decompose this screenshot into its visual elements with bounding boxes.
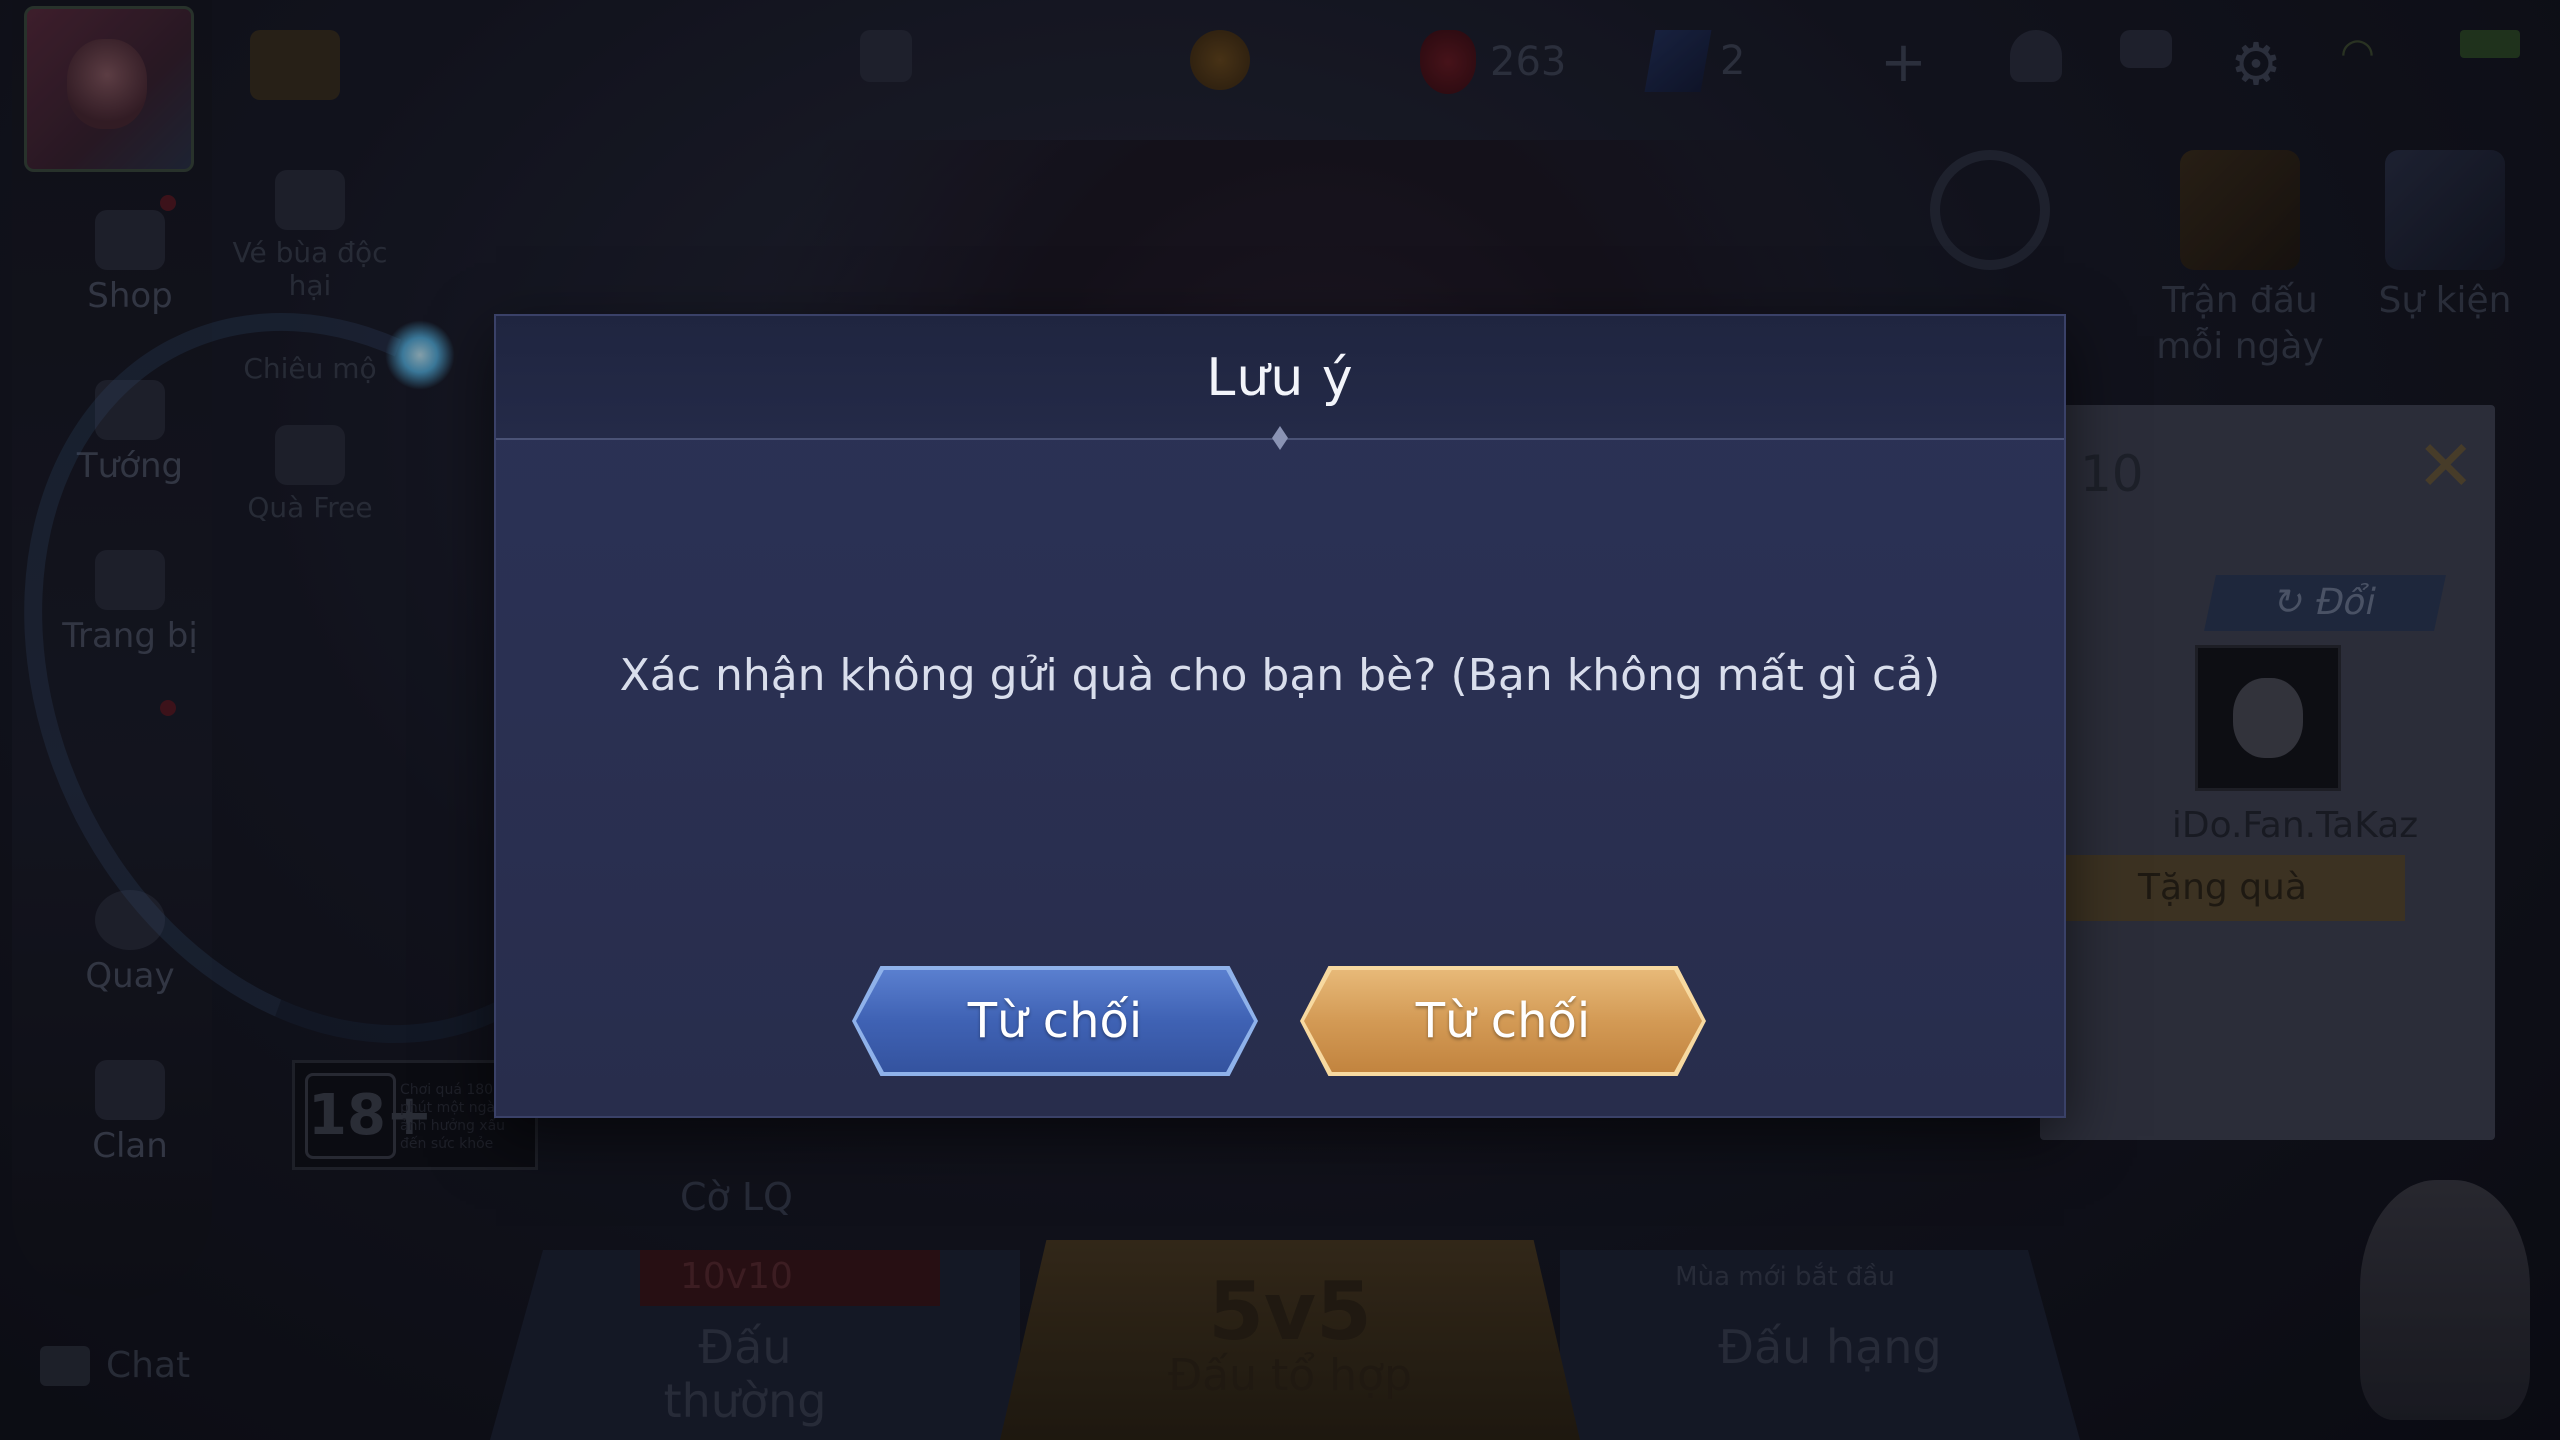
dialog-title: Lưu ý: [1206, 348, 1354, 408]
dialog-message: Xác nhận không gửi quà cho bạn bè? (Bạn …: [619, 650, 1941, 701]
confirm-dialog: Lưu ý Xác nhận không gửi quà cho bạn bè?…: [496, 316, 2064, 1116]
decline-button-right[interactable]: Từ chối: [1300, 966, 1706, 1076]
decline-button-left[interactable]: Từ chối: [852, 966, 1258, 1076]
dialog-header: Lưu ý: [496, 316, 2064, 440]
